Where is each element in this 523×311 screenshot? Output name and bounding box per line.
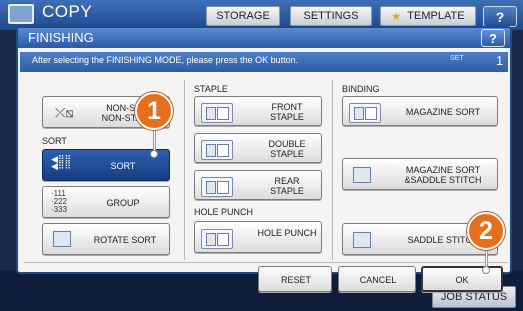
rear-staple-label: REAR STAPLE: [270, 176, 304, 196]
dialog-help-button[interactable]: ?: [481, 29, 505, 47]
front-staple-button[interactable]: FRONT STAPLE: [194, 96, 322, 126]
front-staple-icon: [201, 103, 233, 123]
ok-label: OK: [455, 275, 469, 285]
tab-template-label: TEMPLATE: [407, 10, 465, 22]
dialog-title: FINISHING: [28, 30, 94, 45]
help-button[interactable]: ?: [483, 6, 517, 27]
rear-staple-button[interactable]: REAR STAPLE: [194, 170, 322, 200]
tab-settings[interactable]: SETTINGS: [290, 6, 372, 26]
staple-section-header: STAPLE: [194, 84, 228, 94]
set-label: SET: [450, 55, 464, 62]
rotate-sort-icon: [53, 231, 71, 247]
rear-staple-icon: [201, 177, 233, 197]
front-staple-label: FRONT STAPLE: [270, 102, 304, 122]
hole-punch-button[interactable]: HOLE PUNCH: [194, 221, 322, 253]
divider-bottom: [24, 262, 508, 263]
set-value: 1: [496, 53, 504, 68]
double-staple-button[interactable]: DOUBLE STAPLE: [194, 133, 322, 163]
cancel-label: CANCEL: [359, 275, 397, 285]
divider-left: [184, 80, 185, 260]
magazine-sort-label: MAGAZINE SORT: [405, 107, 481, 117]
saddle-stitch-book-icon: [353, 167, 371, 183]
hole-punch-label: HOLE PUNCH: [257, 228, 317, 238]
callout-2-badge: 2: [467, 212, 505, 250]
reset-label: RESET: [280, 275, 311, 285]
instruction-text: After selecting the FINISHING MODE, plea…: [32, 55, 299, 65]
cancel-button[interactable]: CANCEL: [338, 266, 416, 292]
double-staple-icon: [201, 140, 233, 160]
reset-button[interactable]: RESET: [258, 266, 332, 292]
non-sort-icon: ⤫⧅: [55, 105, 74, 120]
magazine-sort-button[interactable]: MAGAZINE SORT: [342, 96, 498, 126]
magazine-sort-icon: [349, 103, 381, 123]
callout-1-tip: [150, 150, 158, 158]
tab-template[interactable]: ★ TEMPLATE: [380, 6, 476, 26]
double-staple-label: DOUBLE STAPLE: [268, 139, 306, 159]
callout-1-badge: 1: [135, 92, 173, 130]
magazine-sort-saddle-stitch-label: MAGAZINE SORT &SADDLE STITCH: [404, 165, 482, 185]
sort-label: SORT: [110, 161, 136, 171]
ok-button[interactable]: OK: [421, 266, 503, 292]
hole-punch-icon: [201, 229, 233, 249]
magazine-sort-saddle-stitch-button[interactable]: MAGAZINE SORT &SADDLE STITCH: [342, 158, 498, 190]
group-button[interactable]: ·111·222·333 GROUP: [42, 186, 170, 218]
tab-storage[interactable]: STORAGE: [206, 6, 280, 26]
hole-punch-section-header: HOLE PUNCH: [194, 207, 254, 217]
callout-2-tip: [482, 266, 490, 274]
sort-icon: ◀⠿⠿ ◀⠿⠿: [51, 154, 72, 171]
copy-icon: [8, 4, 34, 24]
group-label: GROUP: [106, 198, 140, 208]
sort-section-header: SORT: [42, 136, 67, 146]
app-title: COPY: [42, 2, 93, 21]
book-icon: [353, 232, 371, 248]
star-icon: ★: [391, 10, 402, 23]
rotate-sort-button[interactable]: ROTATE SORT: [42, 223, 170, 255]
binding-section-header: BINDING: [342, 84, 380, 94]
divider-right: [332, 80, 333, 260]
rotate-sort-label: ROTATE SORT: [93, 235, 157, 245]
group-icon: ·111·222·333: [51, 189, 68, 214]
